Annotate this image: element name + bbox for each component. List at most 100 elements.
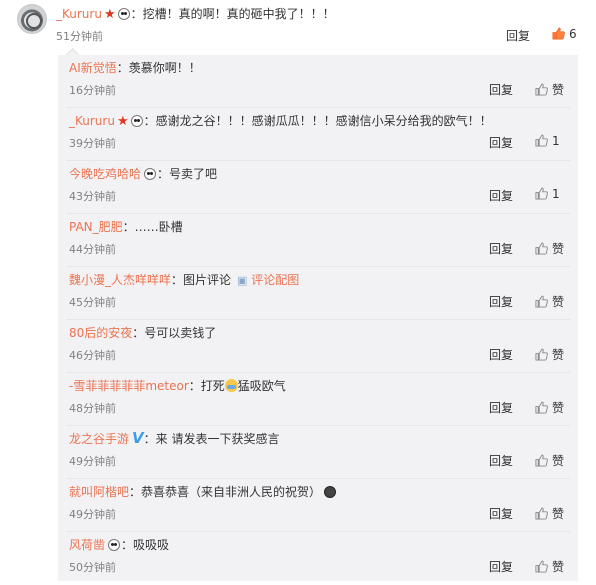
like-button[interactable]: 赞 <box>535 293 564 310</box>
thumbs-up-icon <box>535 454 548 467</box>
avatar[interactable] <box>17 4 47 34</box>
reply-time: 46分钟前 <box>69 349 116 362</box>
reply-text: ：……卧槽 <box>122 220 183 234</box>
like-label: 赞 <box>552 295 565 309</box>
thumbs-up-icon <box>535 242 548 255</box>
main-comment: _Kururu ★ ：挖槽！真的啊！真的砸中我了！！！ 51分钟前 回复 6 <box>0 0 596 50</box>
reply-button[interactable]: 回复 <box>489 399 513 416</box>
reply-username[interactable]: 魏小漫_人杰咩咩咩 <box>69 273 171 287</box>
like-count: 6 <box>569 27 577 41</box>
star-badge-icon: ★ <box>116 114 129 129</box>
like-label: 赞 <box>552 242 565 256</box>
reply-username[interactable]: 风荷凿 <box>69 538 105 552</box>
crying-emoji-icon <box>224 379 238 392</box>
reply-username[interactable]: PAN_肥肥 <box>69 220 123 234</box>
list-item: _Kururu ★ ：感谢龙之谷！！！感谢瓜瓜！！！感谢信小呆分给我的欧气！！ 39… <box>58 108 578 161</box>
thumbs-up-icon <box>535 187 548 200</box>
verified-v-icon: V <box>132 429 144 447</box>
reply-button[interactable]: 回复 <box>506 27 530 44</box>
reply-line: -雪菲菲菲菲菲meteor：打死 猛吸欧气 <box>69 377 286 394</box>
reply-line: 就叫阿楷吧：恭喜恭喜（来自非洲人民的祝贺） <box>69 483 337 500</box>
reply-username[interactable]: -雪菲菲菲菲菲meteor <box>69 379 189 393</box>
reply-button[interactable]: 回复 <box>489 134 513 151</box>
reply-text: ：恭喜恭喜（来自非洲人民的祝贺） <box>129 485 322 499</box>
list-item: 魏小漫_人杰咩咩咩：图片评论 ▣ 评论配图 45分钟前 回复 赞 <box>58 267 578 320</box>
panda-emoji-icon <box>130 115 143 127</box>
star-badge-icon: ★ <box>103 7 116 22</box>
reply-username[interactable]: 就叫阿楷吧 <box>69 485 129 499</box>
list-item: 今晚吃鸡哈哈 ：号卖了吧 43分钟前 回复 1 <box>58 161 578 214</box>
thumbs-up-icon <box>535 134 548 147</box>
reply-text: ：图片评论 <box>171 273 232 287</box>
like-button[interactable]: 赞 <box>535 558 564 575</box>
reply-time: 43分钟前 <box>69 190 116 203</box>
like-button[interactable]: 赞 <box>535 81 564 98</box>
reply-button[interactable]: 回复 <box>489 240 513 257</box>
reply-username[interactable]: 龙之谷手游 <box>69 432 129 446</box>
reply-button[interactable]: 回复 <box>489 452 513 469</box>
list-item: AI新觉悟：羡慕你啊！！ 16分钟前 回复 赞 <box>58 55 578 108</box>
reply-line: 今晚吃鸡哈哈 ：号卖了吧 <box>69 165 217 182</box>
thumbs-up-icon <box>535 295 548 308</box>
reply-line: 魏小漫_人杰咩咩咩：图片评论 ▣ 评论配图 <box>69 271 299 288</box>
like-label: 赞 <box>552 83 565 97</box>
reply-username[interactable]: 80后的安夜 <box>69 326 132 340</box>
like-label: 赞 <box>552 401 565 415</box>
reply-username[interactable]: AI新觉悟 <box>69 61 117 75</box>
reply-line: 80后的安夜：号可以卖钱了 <box>69 324 216 341</box>
reply-time: 49分钟前 <box>69 455 116 468</box>
like-button[interactable]: 6 <box>552 27 577 41</box>
reply-line: 龙之谷手游 V：来 请发表一下获奖感言 <box>69 429 279 447</box>
like-button[interactable]: 赞 <box>535 240 564 257</box>
reply-time: 16分钟前 <box>69 84 116 97</box>
like-count: 1 <box>552 134 560 148</box>
reply-button[interactable]: 回复 <box>489 558 513 575</box>
reply-line: _Kururu ★ ：感谢龙之谷！！！感谢瓜瓜！！！感谢信小呆分给我的欧气！！ <box>69 112 492 129</box>
reply-text: 猛吸欧气 <box>237 379 286 393</box>
like-label: 赞 <box>552 454 565 468</box>
comment-username[interactable]: _Kururu <box>56 7 102 21</box>
list-item: -雪菲菲菲菲菲meteor：打死 猛吸欧气 48分钟前 回复 赞 <box>58 373 578 426</box>
image-comment-link[interactable]: 评论配图 <box>251 273 299 287</box>
panda-emoji-icon <box>144 168 157 180</box>
reply-line: 风荷凿 ：吸吸吸 <box>69 536 169 553</box>
panda-emoji-icon <box>117 8 130 20</box>
list-item: 80后的安夜：号可以卖钱了 46分钟前 回复 赞 <box>58 320 578 373</box>
reply-button[interactable]: 回复 <box>489 293 513 310</box>
like-button[interactable]: 1 <box>535 187 560 201</box>
reply-username[interactable]: 今晚吃鸡哈哈 <box>69 167 141 181</box>
like-button[interactable]: 赞 <box>535 505 564 522</box>
list-item: 龙之谷手游 V：来 请发表一下获奖感言 49分钟前 回复 赞 <box>58 426 578 479</box>
like-button[interactable]: 赞 <box>535 452 564 469</box>
reply-button[interactable]: 回复 <box>489 187 513 204</box>
reply-time: 44分钟前 <box>69 243 116 256</box>
reply-button[interactable]: 回复 <box>489 505 513 522</box>
thumbs-up-icon <box>535 560 548 573</box>
reply-list: AI新觉悟：羡慕你啊！！ 16分钟前 回复 赞 _Kururu ★ ：感谢龙之谷！！… <box>58 48 578 581</box>
reply-button[interactable]: 回复 <box>489 346 513 363</box>
panda-emoji-icon <box>108 539 121 551</box>
like-label: 赞 <box>552 560 565 574</box>
like-button[interactable]: 1 <box>535 134 560 148</box>
list-item: 就叫阿楷吧：恭喜恭喜（来自非洲人民的祝贺） 49分钟前 回复 赞 <box>58 479 578 532</box>
reply-text: ：羡慕你啊！！ <box>116 61 201 75</box>
main-comment-line: _Kururu ★ ：挖槽！真的啊！真的砸中我了！！！ <box>56 5 335 22</box>
reply-username[interactable]: _Kururu <box>69 114 115 128</box>
list-item: 风荷凿 ：吸吸吸 50分钟前 回复 赞 <box>58 532 578 585</box>
thumbs-up-icon <box>535 401 548 414</box>
reply-line: PAN_肥肥：……卧槽 <box>69 218 183 235</box>
like-label: 赞 <box>552 348 565 362</box>
reply-button[interactable]: 回复 <box>489 81 513 98</box>
like-button[interactable]: 赞 <box>535 346 564 363</box>
thumbs-up-icon <box>535 348 548 361</box>
reply-text: ：号卖了吧 <box>157 167 218 181</box>
comment-text: ：挖槽！真的啊！真的砸中我了！！！ <box>130 7 335 21</box>
reply-text: ：来 请发表一下获奖感言 <box>143 432 280 446</box>
reply-time: 45分钟前 <box>69 296 116 309</box>
like-button[interactable]: 赞 <box>535 399 564 416</box>
reply-time: 39分钟前 <box>69 137 116 150</box>
image-icon: ▣ <box>237 274 248 287</box>
like-label: 赞 <box>552 507 565 521</box>
reply-text: ：号可以卖钱了 <box>132 326 217 340</box>
earth-emoji-icon <box>324 486 337 498</box>
